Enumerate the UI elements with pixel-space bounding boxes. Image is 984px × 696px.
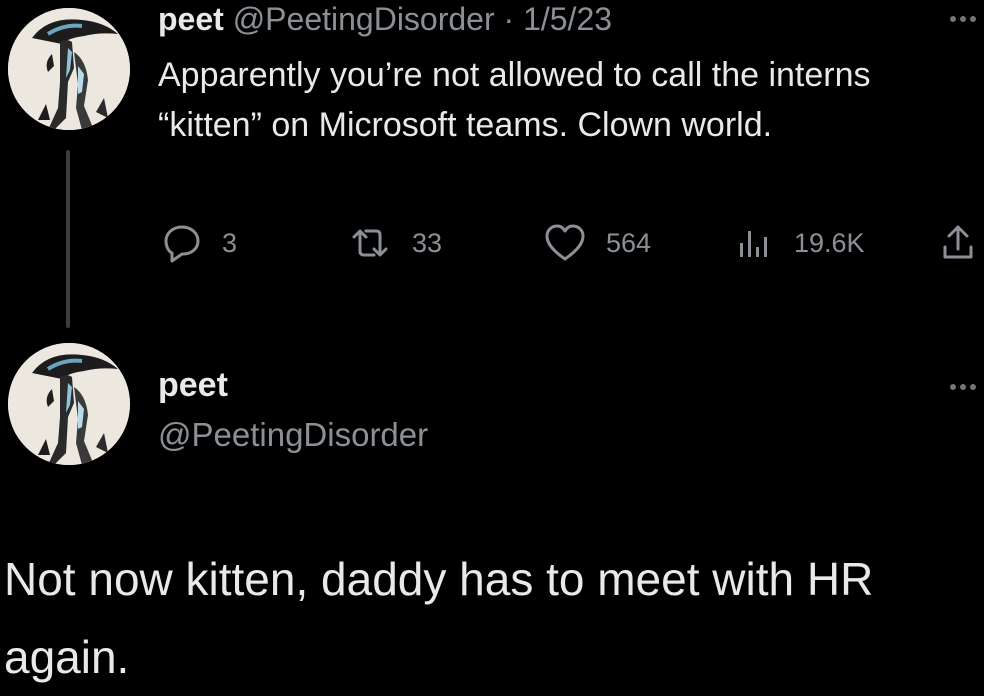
more-options-icon[interactable] — [950, 16, 976, 22]
like-button[interactable]: 564 — [542, 219, 651, 267]
tweet-text: Not now kitten, daddy has to meet with H… — [4, 553, 874, 683]
heart-icon — [545, 224, 585, 261]
user-handle[interactable]: @PeetingDisorder — [233, 1, 495, 37]
views-button[interactable]: 19.6K — [736, 219, 865, 267]
display-name[interactable]: peet — [158, 363, 228, 407]
like-count: 564 — [606, 227, 652, 258]
reply-button[interactable]: 3 — [160, 219, 237, 267]
view-count: 19.6K — [794, 227, 865, 258]
avatar-figure-icon — [8, 8, 130, 130]
reply-icon — [164, 225, 200, 263]
header-separator: · — [503, 1, 515, 37]
analytics-icon — [740, 231, 767, 257]
display-name[interactable]: peet — [158, 1, 224, 37]
share-button[interactable] — [938, 219, 978, 267]
tweet-text: Apparently you’re not allowed to call th… — [158, 56, 871, 144]
tweet-header: peet @PeetingDisorder · 1/5/23 — [158, 0, 612, 38]
retweet-icon — [352, 229, 388, 257]
reply-count: 3 — [222, 227, 238, 258]
avatar-figure-icon — [8, 343, 130, 465]
retweet-count: 33 — [412, 227, 443, 258]
retweet-button[interactable]: 33 — [346, 219, 442, 267]
tweet-date[interactable]: 1/5/23 — [523, 1, 612, 37]
avatar[interactable] — [8, 8, 130, 130]
thread-connector-line — [66, 150, 70, 328]
share-icon — [943, 225, 973, 259]
avatar[interactable] — [8, 343, 130, 465]
user-handle[interactable]: @PeetingDisorder — [158, 413, 428, 457]
more-options-icon[interactable] — [950, 384, 976, 390]
